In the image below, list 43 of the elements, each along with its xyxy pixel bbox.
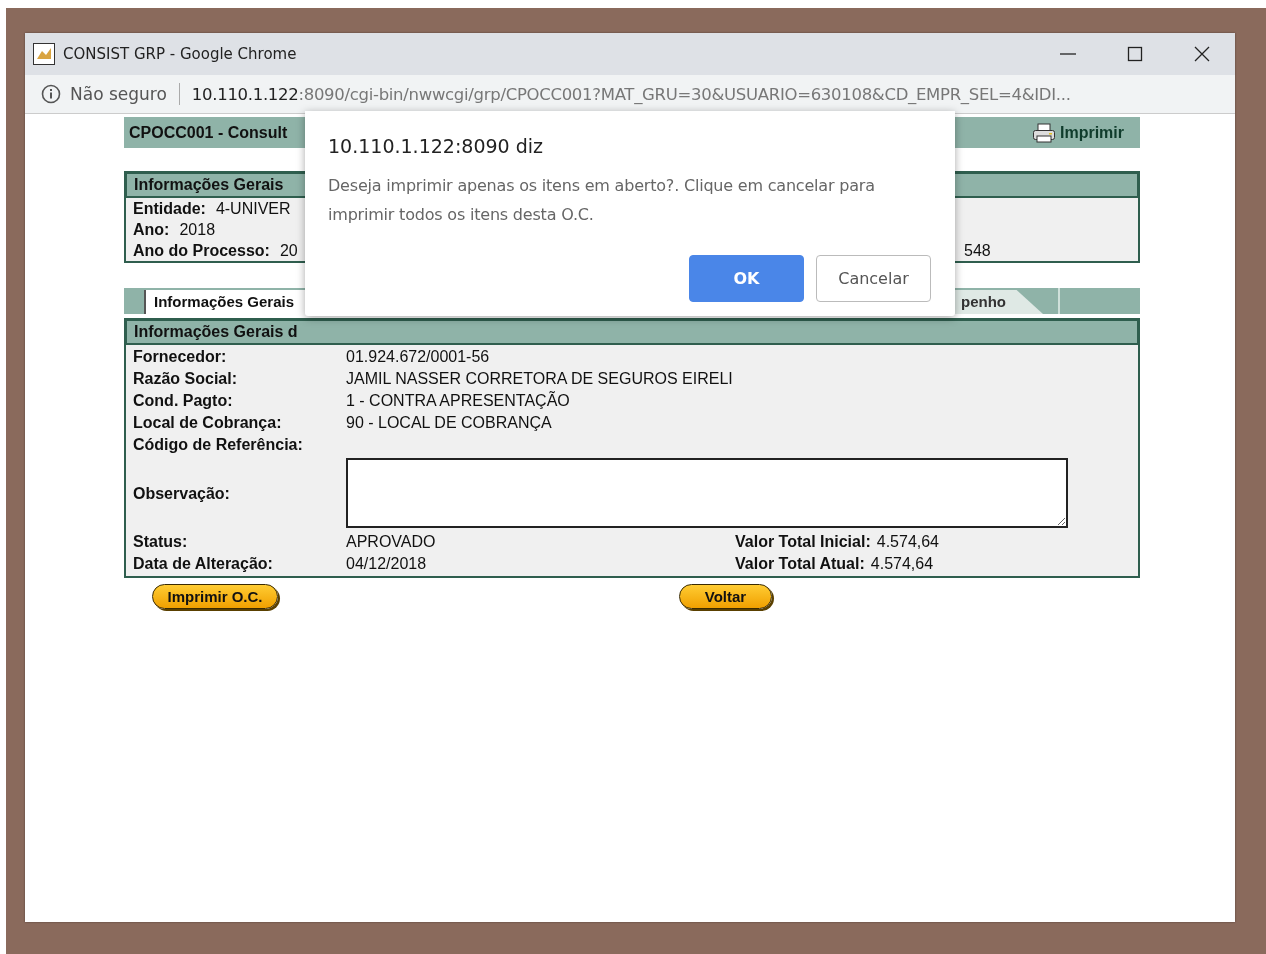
field-label: Cond. Pagto: [133,391,234,411]
close-icon [1193,46,1210,62]
field-value: 1 - CONTRA APRESENTAÇÃO [346,390,571,411]
maximize-icon [1126,46,1143,62]
info-icon [41,84,61,104]
field-label: Status: [133,532,189,552]
window-title: CONSIST GRP - Google Chrome [63,45,297,63]
field-label: Observação: [133,483,231,504]
minimize-icon [1059,53,1076,55]
field-value: 90 - LOCAL DE COBRANÇA [346,413,553,433]
field-value: 04/12/2018 [346,554,428,574]
field-value: JAMIL NASSER CORRETORA DE SEGUROS EIRELI [346,369,734,389]
field-value: 4.574,64 [870,554,934,574]
dialog-title: 10.110.1.122:8090 diz [328,135,545,157]
field-label: Valor Total Inicial: [735,532,871,552]
field-label: Entidade: [133,199,206,218]
field-value: 2018 [179,220,216,239]
back-button[interactable]: Voltar [679,584,772,609]
field-label: Valor Total Atual: [735,554,865,574]
field-label: Código de Referência: [133,435,304,455]
field-value: 4.574,64 [876,532,939,552]
field-label: Ano: [133,220,170,239]
print-button[interactable]: Imprimir O.C. [152,584,278,609]
page-title: CPOCC001 - Consult [129,123,288,142]
observation-field[interactable] [346,458,1068,528]
security-label: Não seguro [70,84,167,104]
field-value: 4-UNIVER [215,199,291,218]
cancel-button[interactable]: Cancelar [816,255,931,302]
field-label: Local de Cobrança: [133,413,283,433]
field-value: APROVADO [346,532,437,552]
field-value: 548 [964,241,992,260]
printer-icon [1032,122,1056,143]
print-link[interactable]: Imprimir [1032,122,1124,143]
url-text[interactable]: 10.110.1.122:8090/cgi-bin/nwwcgi/grp/CPOCC001?MAT_GRU=30&USUARIO=630108&CD_EMPR_SEL=4&IDI... [191,84,1071,104]
field-label: Fornecedor: [133,347,228,367]
field-label: Razão Social: [133,369,239,389]
field-value: 20 [279,241,298,260]
ok-button[interactable]: OK [689,255,804,302]
app-icon [33,43,55,65]
panel-heading: Informações Gerais d [126,320,1138,345]
field-label: Data de Alteração: [133,554,274,574]
field-value: 01.924.672/0001-56 [346,347,491,367]
field-label: Ano do Processo: [133,241,270,260]
